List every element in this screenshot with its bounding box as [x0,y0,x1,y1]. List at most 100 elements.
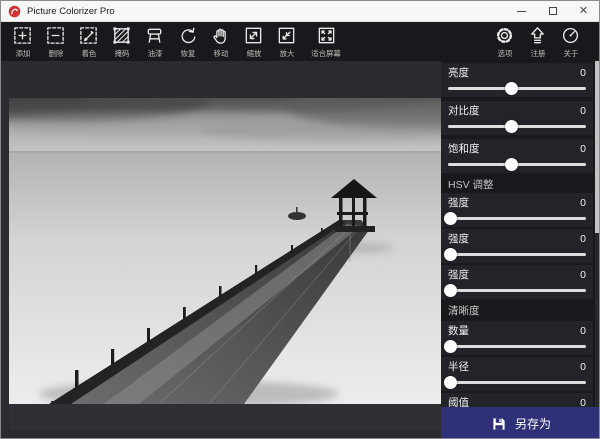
slider-value: 0 [580,325,586,337]
amount-control: 数量 0 [441,321,593,355]
hsv-strength-2-control: 强度 0 [441,229,593,263]
colorize-pen-icon [78,25,99,46]
about-compass-icon [560,25,581,46]
tool-label: 油漆 [147,48,162,58]
zoom-in-icon [276,25,297,46]
slider-label: 强度 [448,231,469,246]
tool-label: 注册 [530,48,545,58]
slider-handle[interactable] [444,340,457,353]
toolbar-right-group: 选项 注册 关于 [488,22,587,59]
tool-label: 放大 [279,48,294,58]
minimize-icon [517,11,526,12]
close-button[interactable]: ✕ [568,1,599,21]
slider-label: 数量 [448,323,469,338]
contrast-slider[interactable] [448,125,586,128]
tool-zoom-pan[interactable]: 缩放 [237,22,270,59]
tool-mask[interactable]: 掩码 [105,22,138,59]
titlebar: Picture Colorizer Pro ✕ [1,1,599,22]
app-logo-icon [8,5,21,18]
tool-zoom-in[interactable]: 放大 [270,22,303,59]
window-title: Picture Colorizer Pro [27,6,506,17]
tool-about[interactable]: 关于 [554,22,587,59]
tool-label: 关于 [563,48,578,58]
save-as-label: 另存为 [515,415,551,432]
slider-label: 亮度 [448,65,469,80]
tool-colorize[interactable]: 着色 [72,22,105,59]
image-canvas[interactable] [1,61,441,439]
amount-slider[interactable] [448,345,586,348]
gear-icon [494,25,515,46]
slider-label: 强度 [448,267,469,282]
slider-value: 0 [580,143,586,155]
save-as-button[interactable]: 另存为 [441,407,600,439]
hsv-strength-1-control: 强度 0 [441,193,593,227]
tool-label: 适合屏幕 [311,48,340,58]
slider-handle[interactable] [505,82,518,95]
window-controls: ✕ [506,1,599,21]
maximize-icon [549,7,557,15]
slider-label: 饱和度 [448,141,480,156]
tool-options[interactable]: 选项 [488,22,521,59]
app-window: Picture Colorizer Pro ✕ 添加 删除 [0,0,600,439]
paint-roller-icon [144,25,165,46]
tool-label: 选项 [497,48,512,58]
remove-selection-icon [45,25,66,46]
mask-hatch-icon [111,25,132,46]
slider-label: 强度 [448,195,469,210]
brightness-control: 亮度 0 [441,63,593,97]
toolbar: 添加 删除 着色 [1,22,599,61]
slider-label: 半径 [448,359,469,374]
tool-label: 删除 [48,48,63,58]
undo-restore-icon [177,25,198,46]
tool-paint[interactable]: 油漆 [138,22,171,59]
close-icon: ✕ [579,6,588,17]
tool-label: 添加 [15,48,30,58]
toolbar-left-group: 添加 删除 着色 [6,22,349,59]
tool-register[interactable]: 注册 [521,22,554,59]
slider-label: 对比度 [448,103,480,118]
hsv-strength-3-control: 强度 0 [441,265,593,299]
contrast-control: 对比度 0 [441,101,593,135]
slider-handle[interactable] [444,248,457,261]
tool-add[interactable]: 添加 [6,22,39,59]
hsv-strength-2-slider[interactable] [448,253,586,256]
maximize-button[interactable] [537,1,568,21]
hsv-strength-1-slider[interactable] [448,217,586,220]
radius-slider[interactable] [448,381,586,384]
saturation-control: 饱和度 0 [441,139,593,173]
tool-label: 恢复 [180,48,195,58]
tool-remove[interactable]: 删除 [39,22,72,59]
slider-handle[interactable] [444,284,457,297]
add-selection-icon [12,25,33,46]
slider-value: 0 [580,67,586,79]
saturation-slider[interactable] [448,163,586,166]
black-and-white-pier-photo[interactable] [9,98,441,404]
brightness-slider[interactable] [448,87,586,90]
slider-value: 0 [580,105,586,117]
hand-move-icon [210,25,231,46]
radius-control: 半径 0 [441,357,593,391]
fit-screen-icon [316,25,337,46]
slider-handle[interactable] [505,120,518,133]
tool-label: 着色 [81,48,96,58]
tool-fit-screen[interactable]: 适合屏幕 [303,22,349,59]
save-floppy-icon [491,416,507,432]
panel-scrollbar-thumb[interactable] [595,61,600,233]
minimize-button[interactable] [506,1,537,21]
tool-label: 掩码 [114,48,129,58]
adjustments-panel: 亮度 0 对比度 0 饱和度 0 HSV 调整 [441,61,600,439]
tool-move[interactable]: 移动 [204,22,237,59]
tool-restore[interactable]: 恢复 [171,22,204,59]
slider-value: 0 [580,361,586,373]
slider-value: 0 [580,269,586,281]
tool-label: 移动 [213,48,228,58]
hsv-strength-3-slider[interactable] [448,289,586,292]
slider-value: 0 [580,233,586,245]
slider-handle[interactable] [444,376,457,389]
canvas-bottom-strip [9,404,441,430]
slider-handle[interactable] [444,212,457,225]
register-arrow-icon [527,25,548,46]
zoom-pan-icon [243,25,264,46]
slider-handle[interactable] [505,158,518,171]
slider-value: 0 [580,197,586,209]
